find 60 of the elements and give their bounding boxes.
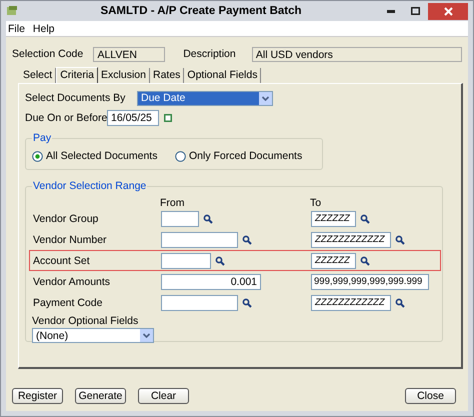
search-icon[interactable]: [360, 214, 370, 224]
to-field[interactable]: 999,999,999,999,999.999: [311, 274, 429, 290]
calendar-icon[interactable]: [164, 114, 172, 122]
close-icon: [444, 6, 452, 16]
optional-fields-dropdown[interactable]: (None): [32, 328, 154, 343]
maximize-icon: [410, 7, 420, 15]
dropdown-caret-icon[interactable]: [259, 92, 272, 104]
row-label: Account Set: [33, 254, 91, 266]
search-icon[interactable]: [395, 234, 405, 244]
tab[interactable]: Optional Fields: [184, 68, 262, 83]
description-field: All USD vendors: [252, 46, 462, 62]
to-field[interactable]: ZZZZZZZZZZZZ: [311, 294, 391, 310]
close-button[interactable]: Close: [405, 388, 456, 404]
action-button[interactable]: Register: [12, 388, 63, 404]
from-field[interactable]: [161, 294, 238, 310]
close-window-button[interactable]: [428, 2, 468, 20]
column-header: From: [160, 196, 186, 208]
group-title: Pay: [32, 132, 52, 144]
tab[interactable]: Rates: [150, 68, 184, 83]
selection-code-field: ALLVEN: [93, 46, 166, 62]
search-icon[interactable]: [242, 298, 252, 308]
radio-label: All Selected Documents: [46, 150, 158, 162]
from-field[interactable]: [161, 210, 199, 226]
radio-button[interactable]: [32, 150, 43, 162]
window-title: SAMLTD - A/P Create Payment Batch: [99, 5, 303, 17]
minimize-icon: [387, 10, 395, 12]
row-label: Payment Code: [33, 296, 104, 308]
menu-item[interactable]: Help: [32, 22, 55, 34]
search-icon[interactable]: [242, 234, 252, 244]
select-documents-dropdown[interactable]: Due Date: [137, 90, 273, 106]
from-field[interactable]: [161, 232, 238, 248]
radio-button[interactable]: [175, 150, 186, 162]
to-field[interactable]: ZZZZZZ: [311, 252, 356, 268]
from-field[interactable]: 0.001: [161, 274, 261, 290]
dropdown-caret-icon[interactable]: [140, 329, 153, 342]
from-field[interactable]: [161, 252, 211, 268]
to-field[interactable]: ZZZZZZZZZZZZ: [311, 232, 391, 248]
date-field[interactable]: 16/05/25: [107, 110, 159, 126]
search-icon[interactable]: [395, 298, 405, 308]
search-icon[interactable]: [360, 256, 370, 266]
search-icon[interactable]: [215, 256, 225, 266]
menu-item[interactable]: File: [8, 22, 25, 34]
field-label: Description: [183, 48, 237, 60]
tab[interactable]: Criteria: [56, 67, 98, 83]
row-label: Vendor Amounts: [33, 276, 112, 288]
action-button[interactable]: Clear: [138, 388, 189, 404]
column-header: To: [310, 196, 322, 208]
group-title: Vendor Selection Range: [32, 180, 148, 192]
app-icon: [6, 5, 18, 17]
to-field[interactable]: ZZZZZZ: [311, 210, 356, 226]
radio-label: Only Forced Documents: [189, 150, 302, 162]
search-icon[interactable]: [203, 214, 213, 224]
field-label: Select Documents By: [25, 92, 126, 104]
action-button[interactable]: Generate: [75, 388, 126, 404]
field-label: Due On or Before: [25, 112, 107, 124]
row-label: Vendor Number: [33, 234, 108, 246]
field-label: Selection Code: [12, 48, 84, 60]
row-label: Vendor Group: [33, 212, 100, 224]
tab[interactable]: Exclusion: [98, 68, 150, 83]
field-label: Vendor Optional Fields: [32, 315, 138, 327]
